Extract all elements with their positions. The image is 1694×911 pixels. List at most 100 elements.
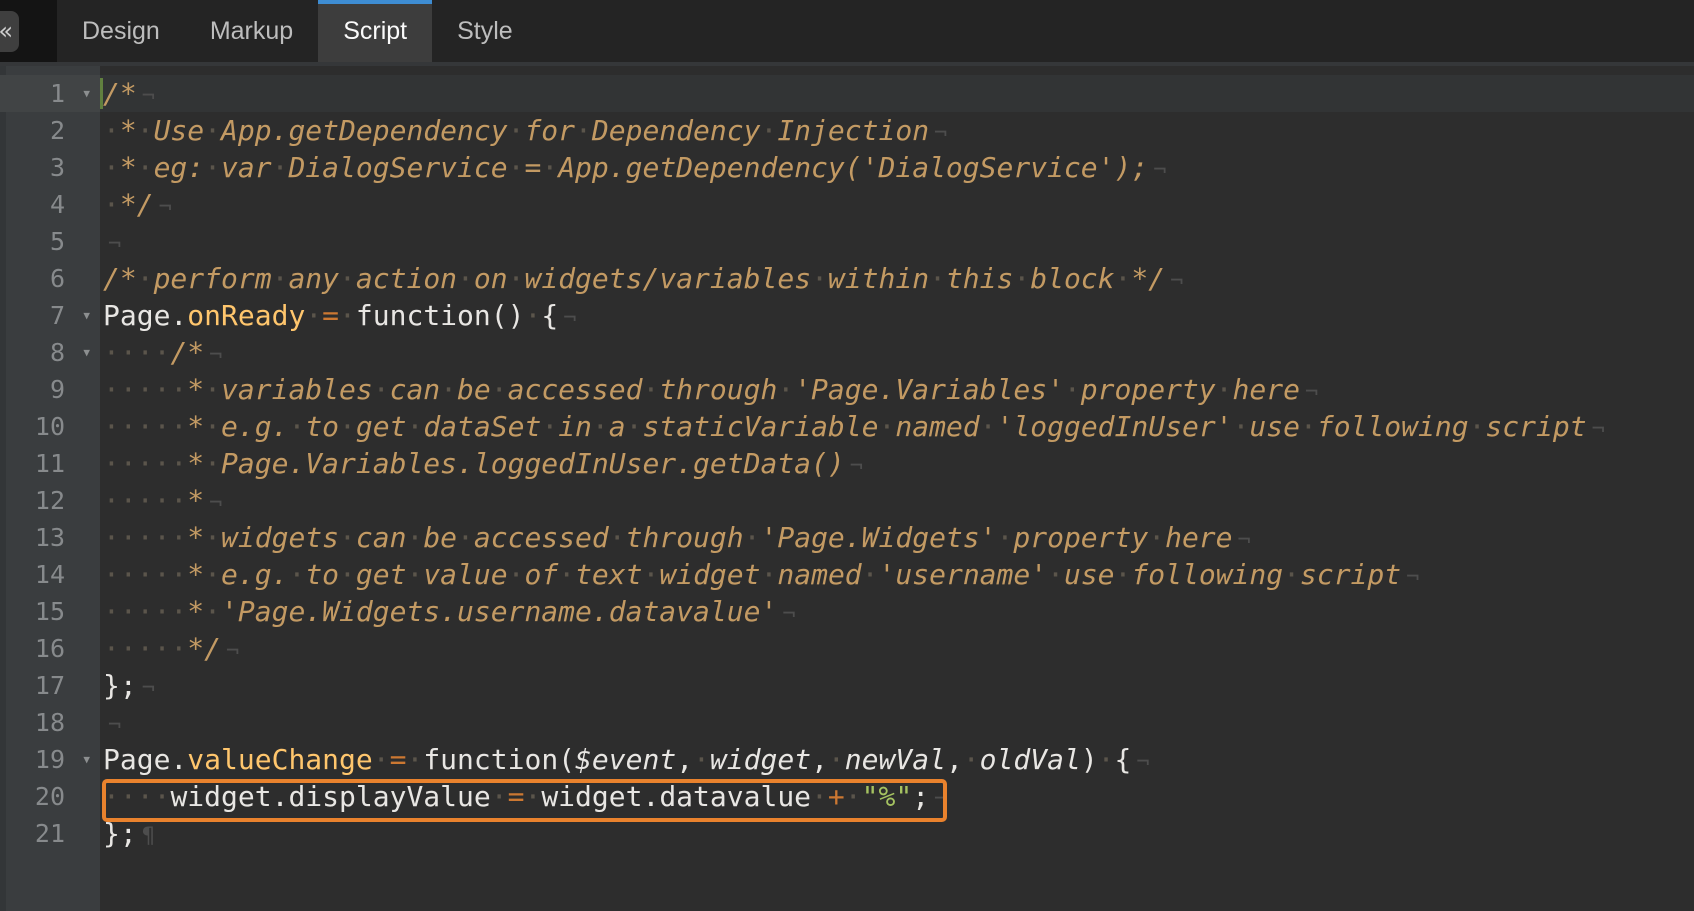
- code-line[interactable]: ·*·Use·App.getDependency·for·Dependency·…: [100, 112, 1694, 149]
- code-line[interactable]: ¬: [100, 704, 1694, 741]
- code-token: */: [187, 632, 221, 665]
- code-token: following: [1131, 558, 1283, 591]
- newline-mark: ¬: [782, 602, 795, 627]
- code-token: =: [322, 299, 339, 332]
- newline-mark: ¬: [1136, 750, 1149, 775]
- line-number: 18: [35, 704, 65, 741]
- code-token: this: [946, 262, 1013, 295]
- code-line[interactable]: ·····*·'Page.Widgets.username.datavalue'…: [100, 593, 1694, 630]
- code-line[interactable]: /*·perform·any·action·on·widgets/variabl…: [100, 260, 1694, 297]
- whitespace-dots: ····: [103, 336, 170, 369]
- newline-mark: ¬: [850, 454, 863, 479]
- line-number: 21: [35, 815, 65, 852]
- code-token: ,: [676, 743, 693, 776]
- gutter-cell: 12: [0, 482, 100, 519]
- code-token: *: [187, 373, 204, 406]
- line-number: 1: [50, 75, 65, 112]
- code-line[interactable]: /*¬: [100, 75, 1694, 112]
- whitespace-dots: ·: [508, 262, 525, 295]
- whitespace-dots: ·: [575, 114, 592, 147]
- code-token: *: [187, 410, 204, 443]
- whitespace-dots: ·: [373, 373, 390, 406]
- whitespace-dots: ·: [137, 151, 154, 184]
- fold-arrow-icon[interactable]: ▼: [83, 75, 90, 112]
- gutter-cell: 4: [0, 186, 100, 223]
- code-token: action: [356, 262, 457, 295]
- code-token: ,: [811, 743, 828, 776]
- code-line[interactable]: ·····*¬: [100, 482, 1694, 519]
- gutter-cell: 10: [0, 408, 100, 445]
- fold-arrow-icon[interactable]: ▼: [83, 741, 90, 778]
- code-token: ): [1081, 743, 1098, 776]
- code-line[interactable]: ·*/¬: [100, 186, 1694, 223]
- whitespace-dots: ·: [558, 558, 575, 591]
- tab-design[interactable]: Design: [57, 0, 185, 62]
- code-line[interactable]: ·····*·Page.Variables.loggedInUser.getDa…: [100, 445, 1694, 482]
- whitespace-dots: ·: [777, 373, 794, 406]
- whitespace-dots: ·: [204, 558, 221, 591]
- editor-top-divider: [0, 62, 1694, 66]
- whitespace-dots: ·: [339, 558, 356, 591]
- code-line[interactable]: ·····*·widgets·can·be·accessed·through·'…: [100, 519, 1694, 556]
- newline-mark: ¬: [1592, 417, 1605, 442]
- whitespace-dots: ·: [1115, 262, 1132, 295]
- gutter-cell: 21: [0, 815, 100, 852]
- whitespace-dots: ·: [642, 373, 659, 406]
- newline-mark: ¬: [1238, 528, 1251, 553]
- newline-mark: ¬: [108, 713, 121, 738]
- code-token: to: [305, 410, 339, 443]
- tab-style[interactable]: Style: [432, 0, 538, 62]
- code-token: any: [288, 262, 339, 295]
- code-line[interactable]: Page.onReady·=·function()·{¬: [100, 297, 1694, 334]
- tab-markup[interactable]: Markup: [185, 0, 318, 62]
- whitespace-dots: ·: [508, 558, 525, 591]
- code-token: 'Page.Widgets': [761, 521, 997, 554]
- whitespace-dots: ····: [103, 780, 170, 813]
- code-line-row: 21 };¶: [0, 815, 1694, 852]
- whitespace-dots: ·: [1300, 410, 1317, 443]
- code-line[interactable]: ····/*¬: [100, 334, 1694, 371]
- text-caret: [100, 78, 103, 109]
- code-line[interactable]: };¬: [100, 667, 1694, 704]
- whitespace-dots: ·: [744, 521, 761, 554]
- whitespace-dots: ·: [879, 410, 896, 443]
- code-token: can: [356, 521, 407, 554]
- whitespace-dots: ·: [1233, 410, 1250, 443]
- collapse-panel-button[interactable]: «: [0, 11, 19, 52]
- whitespace-dots: ·: [862, 558, 879, 591]
- newline-mark: ¬: [159, 195, 172, 220]
- code-token: property: [1013, 521, 1148, 554]
- whitespace-dots: ·: [406, 410, 423, 443]
- code-token: onReady: [187, 299, 305, 332]
- whitespace-dots: ·: [1115, 558, 1132, 591]
- whitespace-dots: ·: [204, 373, 221, 406]
- newline-mark: ¬: [142, 676, 155, 701]
- code-line[interactable]: Page.valueChange·=·function($event,·widg…: [100, 741, 1694, 778]
- tab-script[interactable]: Script: [318, 0, 432, 62]
- script-editor[interactable]: 1▼/*¬2·*·Use·App.getDependency·for·Depen…: [0, 62, 1694, 911]
- whitespace-dots: ·: [508, 114, 525, 147]
- code-line[interactable]: };¶: [100, 815, 1694, 852]
- code-line[interactable]: ·····*·e.g.·to·get·dataSet·in·a·staticVa…: [100, 408, 1694, 445]
- code-token: widget: [710, 743, 811, 776]
- code-token: 'loggedInUser': [997, 410, 1233, 443]
- newline-mark: ¬: [209, 343, 222, 368]
- code-line[interactable]: ····widget.displayValue·=·widget.dataval…: [100, 778, 1694, 815]
- code-token: DialogService: [288, 151, 507, 184]
- whitespace-dots: ·: [339, 262, 356, 295]
- fold-arrow-icon[interactable]: ▼: [83, 297, 90, 334]
- code-line[interactable]: ·····*·e.g.·to·get·value·of·text·widget·…: [100, 556, 1694, 593]
- code-line-row: 13·····*·widgets·can·be·accessed·through…: [0, 519, 1694, 556]
- code-line[interactable]: ·*·eg:·var·DialogService·=·App.getDepend…: [100, 149, 1694, 186]
- whitespace-dots: ·····: [103, 373, 187, 406]
- code-token: text: [575, 558, 642, 591]
- code-line[interactable]: ·····*·variables·can·be·accessed·through…: [100, 371, 1694, 408]
- code-token: through: [626, 521, 744, 554]
- fold-arrow-icon[interactable]: ▼: [83, 334, 90, 371]
- code-line-row: 11·····*·Page.Variables.loggedInUser.get…: [0, 445, 1694, 482]
- code-line[interactable]: ¬: [100, 223, 1694, 260]
- code-line[interactable]: ·····*/¬: [100, 630, 1694, 667]
- code-token: accessed: [474, 521, 609, 554]
- whitespace-dots: ·: [1064, 373, 1081, 406]
- gutter-cell: 11: [0, 445, 100, 482]
